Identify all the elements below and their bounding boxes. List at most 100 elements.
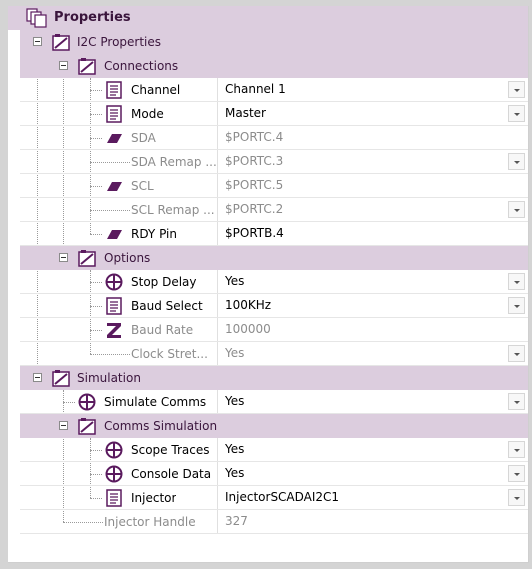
properties-icon <box>26 8 47 28</box>
property-value: Yes <box>225 394 245 408</box>
collapse-icon[interactable] <box>59 421 68 430</box>
pin-icon <box>107 182 122 191</box>
section-comms-simulation[interactable]: Comms Simulation <box>20 414 528 438</box>
pin-icon <box>107 230 122 239</box>
property-value-cell[interactable]: Yes <box>217 270 528 293</box>
property-row-sda-remap[interactable]: SDA Remap ... $PORTC.3 <box>20 150 528 174</box>
property-grid: Properties I2C Properties Connections Ch… <box>8 6 529 563</box>
dropdown-arrow-icon[interactable] <box>508 345 525 362</box>
dropdown-arrow-icon[interactable] <box>508 393 525 410</box>
collapse-icon[interactable] <box>59 253 68 262</box>
property-value: 327 <box>225 514 248 528</box>
property-value: $PORTC.3 <box>225 154 284 168</box>
property-name: Stop Delay <box>131 275 197 289</box>
property-value-cell[interactable]: $PORTC.5 <box>217 174 528 197</box>
property-row-mode[interactable]: Mode Master <box>20 102 528 126</box>
property-name: SCL Remap ... <box>131 203 215 217</box>
property-row-channel[interactable]: Channel Channel 1 <box>20 78 528 102</box>
section-options[interactable]: Options <box>20 246 528 270</box>
property-value-cell[interactable]: $PORTC.4 <box>217 126 528 149</box>
boolean-icon <box>105 465 123 483</box>
boolean-icon <box>105 273 123 291</box>
property-name: Scope Traces <box>131 443 210 457</box>
folder-icon <box>78 418 96 435</box>
property-name: SDA Remap ... <box>131 155 217 169</box>
property-name: Simulate Comms <box>104 395 207 409</box>
dropdown-arrow-icon[interactable] <box>508 105 525 122</box>
dropdown-arrow-icon[interactable] <box>508 441 525 458</box>
property-name: Baud Rate <box>131 323 194 337</box>
property-name: Channel <box>131 83 181 97</box>
property-value-cell[interactable]: Yes <box>217 462 528 485</box>
property-value-cell[interactable]: $PORTC.2 <box>217 198 528 221</box>
property-value-cell[interactable]: Yes <box>217 342 528 365</box>
list-icon <box>106 105 122 123</box>
property-row-injector[interactable]: Injector InjectorSCADAI2C1 <box>20 486 528 510</box>
property-value: $PORTC.5 <box>225 178 284 192</box>
property-value-cell[interactable]: 327 <box>217 510 528 533</box>
property-row-sda[interactable]: SDA $PORTC.4 <box>20 126 528 150</box>
dropdown-arrow-icon[interactable] <box>508 201 525 218</box>
property-value: InjectorSCADAI2C1 <box>225 490 340 504</box>
property-value-cell[interactable]: InjectorSCADAI2C1 <box>217 486 528 509</box>
root-header[interactable]: Properties <box>8 6 528 30</box>
property-value-cell[interactable]: $PORTC.3 <box>217 150 528 173</box>
section-connections[interactable]: Connections <box>20 54 528 78</box>
dropdown-arrow-icon[interactable] <box>508 81 525 98</box>
property-value-cell[interactable]: Channel 1 <box>217 78 528 101</box>
dropdown-arrow-icon[interactable] <box>508 273 525 290</box>
property-row-scl[interactable]: SCL $PORTC.5 <box>20 174 528 198</box>
property-row-rdy-pin[interactable]: RDY Pin $PORTB.4 <box>20 222 528 246</box>
folder-icon <box>52 370 70 387</box>
property-name: Clock Stret... <box>131 347 208 361</box>
property-value-cell[interactable]: 100KHz <box>217 294 528 317</box>
property-value: $PORTC.2 <box>225 202 284 216</box>
collapse-icon[interactable] <box>59 61 68 70</box>
property-value-cell[interactable]: Yes <box>217 390 528 413</box>
property-row-baud-rate[interactable]: Baud Rate 100000 <box>20 318 528 342</box>
property-row-simulate-comms[interactable]: Simulate Comms Yes <box>20 390 528 414</box>
property-value-cell[interactable]: Yes <box>217 438 528 461</box>
dropdown-arrow-icon[interactable] <box>508 297 525 314</box>
pin-icon <box>107 134 122 143</box>
property-value: Yes <box>225 274 245 288</box>
collapse-icon[interactable] <box>33 37 42 46</box>
property-value: Yes <box>225 442 245 456</box>
property-row-clock-stretch[interactable]: Clock Stret... Yes <box>20 342 528 366</box>
section-label: Connections <box>104 59 179 73</box>
dropdown-arrow-icon[interactable] <box>508 153 525 170</box>
property-value: Master <box>225 106 266 120</box>
property-value-cell[interactable]: 100000 <box>217 318 528 341</box>
property-row-baud-select[interactable]: Baud Select 100KHz <box>20 294 528 318</box>
list-icon <box>106 489 122 507</box>
property-row-scope-traces[interactable]: Scope Traces Yes <box>20 438 528 462</box>
property-value-cell[interactable]: Master <box>217 102 528 125</box>
property-value: Channel 1 <box>225 82 286 96</box>
collapse-icon[interactable] <box>33 373 42 382</box>
dropdown-arrow-icon[interactable] <box>508 465 525 482</box>
property-value: Yes <box>225 466 245 480</box>
property-row-console-data[interactable]: Console Data Yes <box>20 462 528 486</box>
property-row-stop-delay[interactable]: Stop Delay Yes <box>20 270 528 294</box>
integer-icon <box>107 323 121 338</box>
boolean-icon <box>105 441 123 459</box>
property-row-injector-handle[interactable]: Injector Handle 327 <box>20 510 528 534</box>
property-name: Baud Select <box>131 299 203 313</box>
property-value: 100KHz <box>225 298 272 312</box>
property-name: Mode <box>131 107 164 121</box>
page-title: Properties <box>54 10 131 25</box>
section-label: Comms Simulation <box>104 419 218 433</box>
dropdown-arrow-icon[interactable] <box>508 489 525 506</box>
folder-icon <box>78 250 96 267</box>
property-value-cell[interactable]: $PORTB.4 <box>217 222 528 245</box>
property-value: $PORTB.4 <box>225 226 284 240</box>
property-name: Injector <box>131 491 177 505</box>
section-simulation[interactable]: Simulation <box>20 366 528 390</box>
folder-icon <box>52 34 70 51</box>
property-value: $PORTC.4 <box>225 130 284 144</box>
folder-icon <box>78 58 96 75</box>
boolean-icon <box>78 393 96 411</box>
section-i2c-properties[interactable]: I2C Properties <box>20 30 528 54</box>
property-row-scl-remap[interactable]: SCL Remap ... $PORTC.2 <box>20 198 528 222</box>
property-name: RDY Pin <box>131 227 177 241</box>
